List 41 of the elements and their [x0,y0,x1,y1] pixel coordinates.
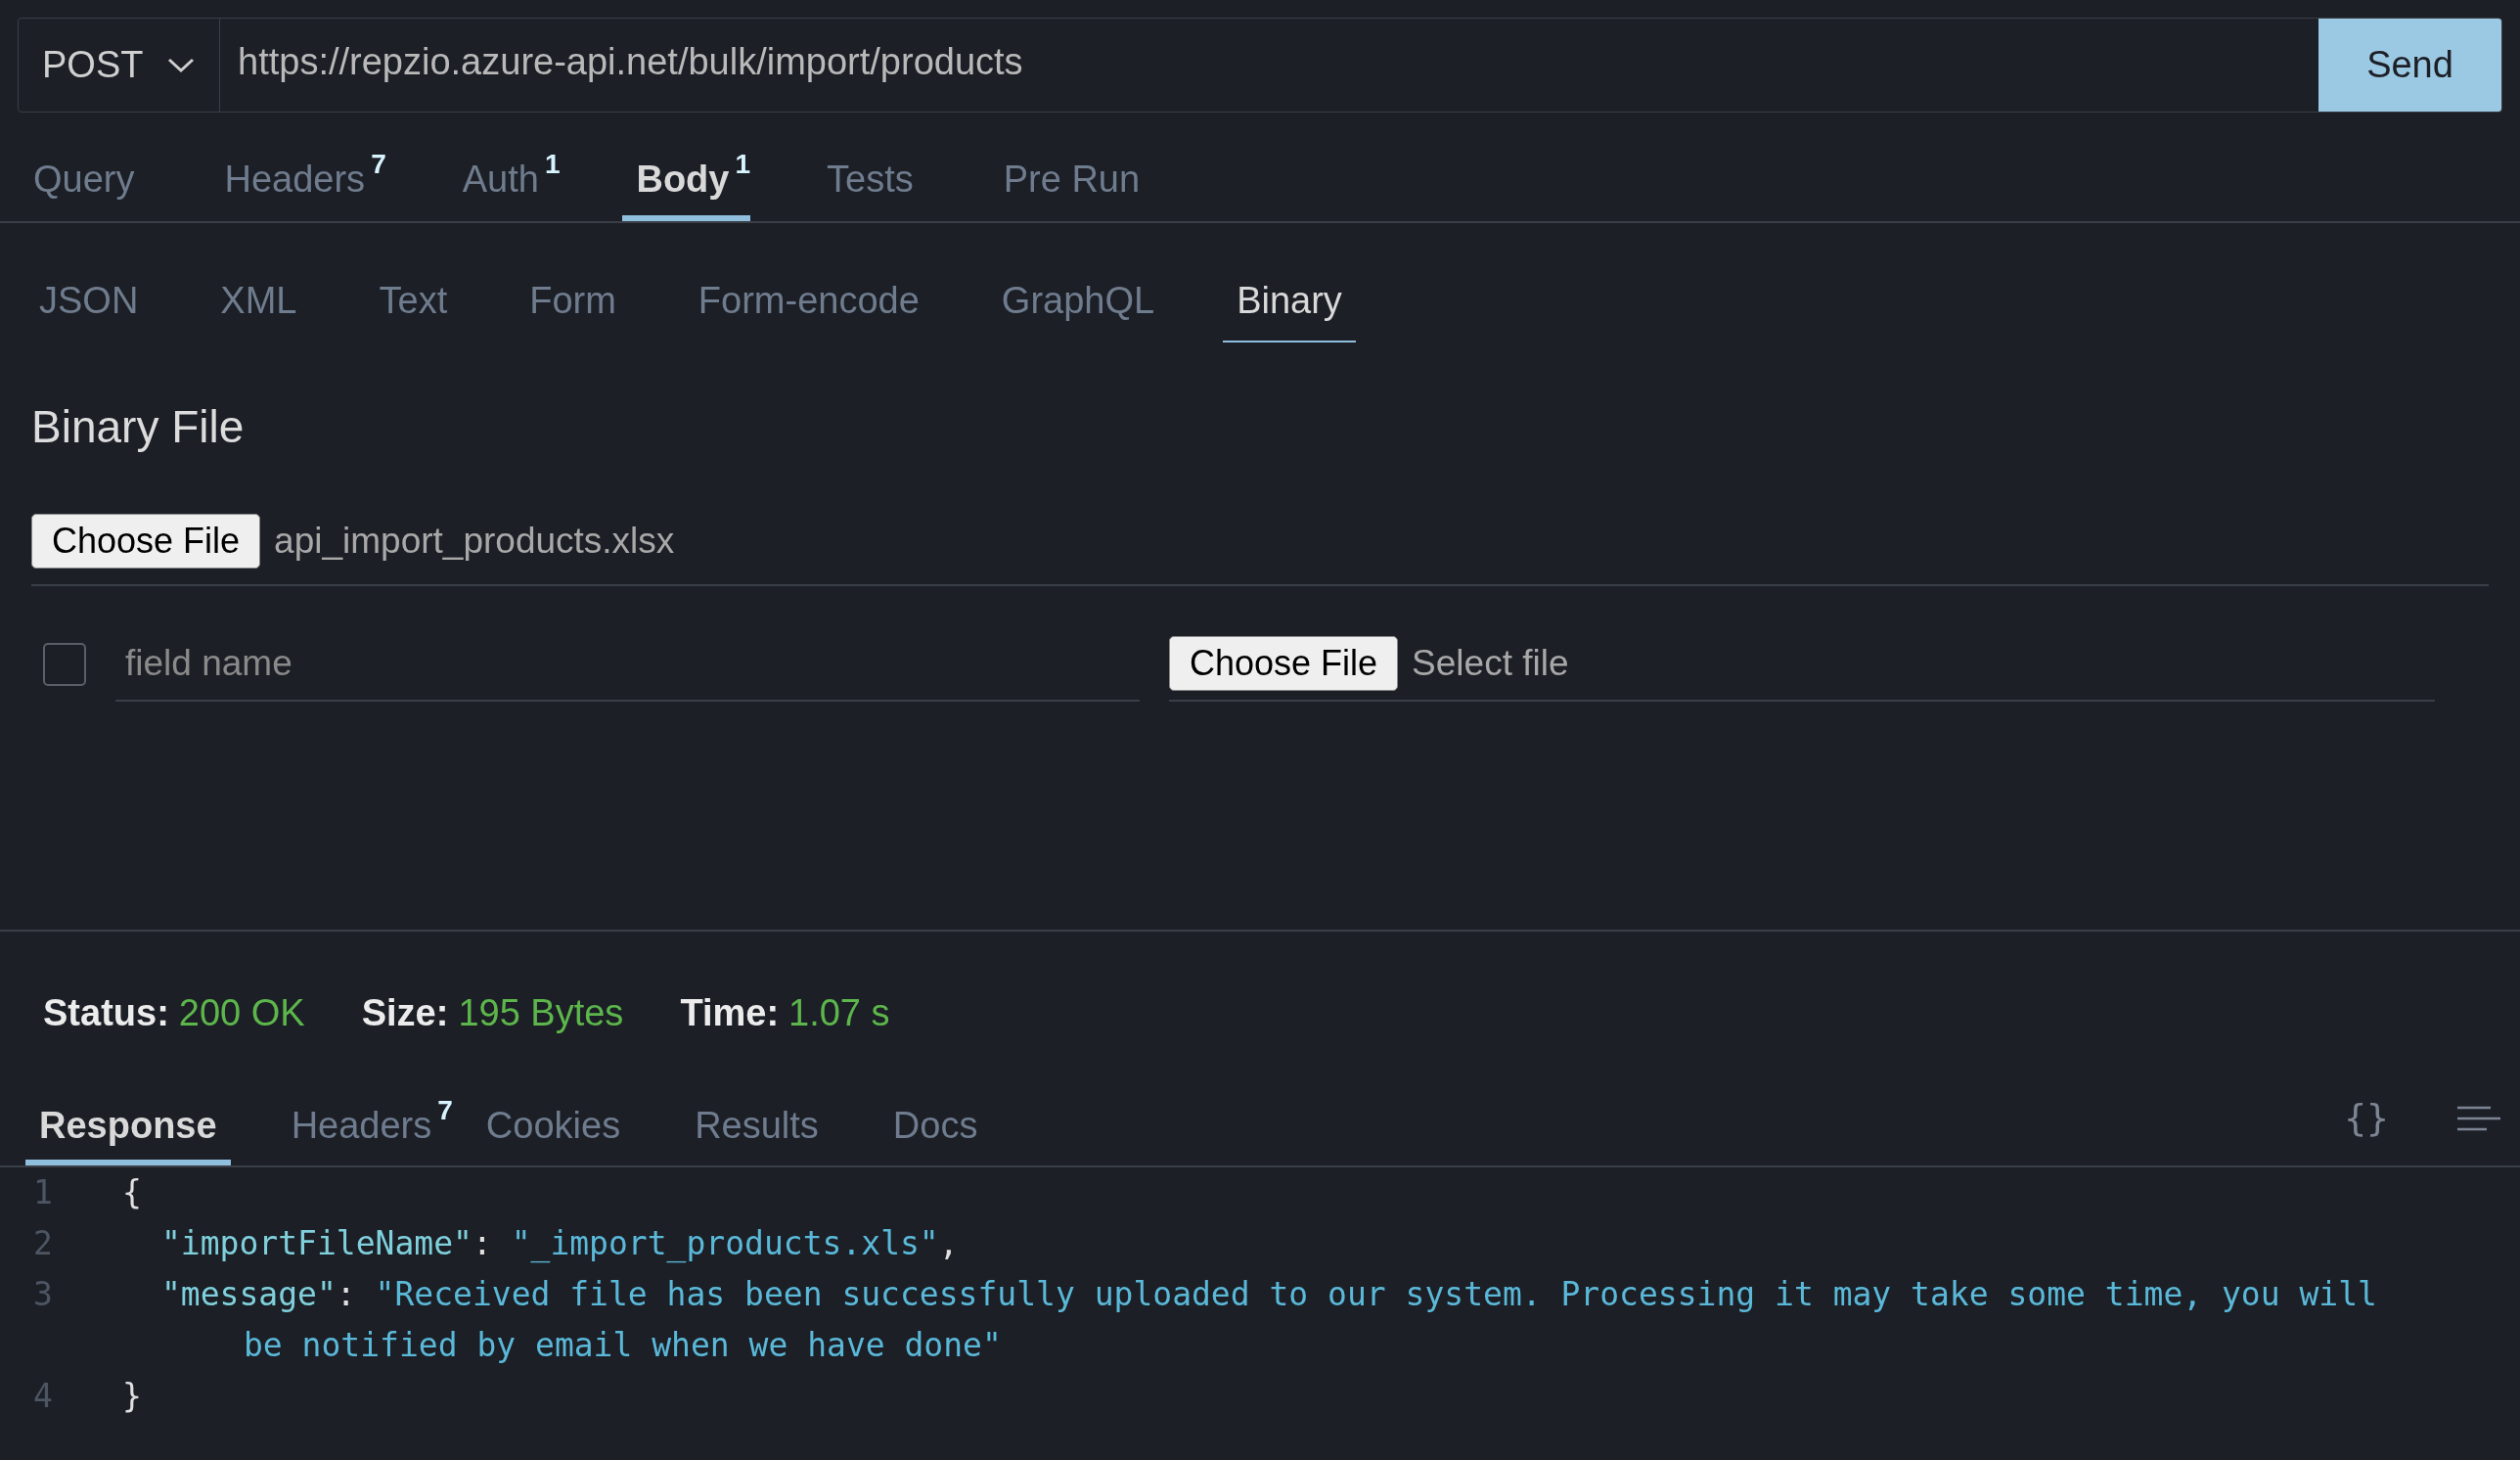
field-name-input[interactable]: field name [115,627,1140,702]
tab-count: 1 [544,148,561,181]
body-type-tab[interactable]: Text [365,273,462,342]
tab-count: 7 [437,1094,453,1127]
status-value: 200 OK [178,990,305,1035]
lines-icon[interactable] [2457,1104,2500,1132]
status-value: 1.07 s [788,990,890,1035]
body-type-tab[interactable]: Form-encode [684,273,933,342]
tab[interactable]: Pre Run [989,152,1154,221]
line-number: 3 [32,1274,54,1315]
section-title: Binary File [30,400,246,454]
line-number: 1 [32,1172,54,1213]
tab[interactable]: Response [25,1098,231,1165]
tab[interactable]: Query [20,152,149,221]
code-line: } [122,1376,143,1417]
code-line: "importFileName": "_import_products.xls", [161,1223,960,1265]
body-type-tab[interactable]: XML [206,273,311,342]
tab-count: 1 [735,148,751,181]
tab[interactable]: Docs [878,1098,992,1165]
code-line: "message": "Received file has been successfully uploaded to our system. Processing it may take some time, you will be notified by email when we have done" [161,1274,2378,1366]
body-type-tab[interactable]: Binary [1223,273,1356,342]
tab[interactable]: Results [681,1098,832,1165]
body-type-tab[interactable]: GraphQL [987,273,1169,342]
checkbox[interactable] [43,643,86,686]
body-type-tab[interactable]: Form [516,273,630,342]
status-label: Time: [680,990,780,1035]
tab[interactable]: Cookies [472,1098,635,1165]
file-name: Select file [1412,642,1569,686]
line-number: 4 [32,1376,54,1417]
file-name: api_import_products.xlsx [274,520,675,564]
choose-file-button[interactable]: Choose File [1169,636,1399,691]
status-label: Size: [361,990,449,1035]
choose-file-button[interactable]: Choose File [31,514,261,569]
code-line: { [122,1172,143,1213]
status-value: 195 Bytes [458,990,624,1035]
line-number: 2 [32,1223,54,1264]
tab[interactable]: Tests [813,152,927,221]
format-button[interactable]: {} [2344,1090,2389,1146]
status-label: Status: [43,990,169,1035]
body-type-tab[interactable]: JSON [25,273,153,342]
tab-count: 7 [371,148,386,181]
